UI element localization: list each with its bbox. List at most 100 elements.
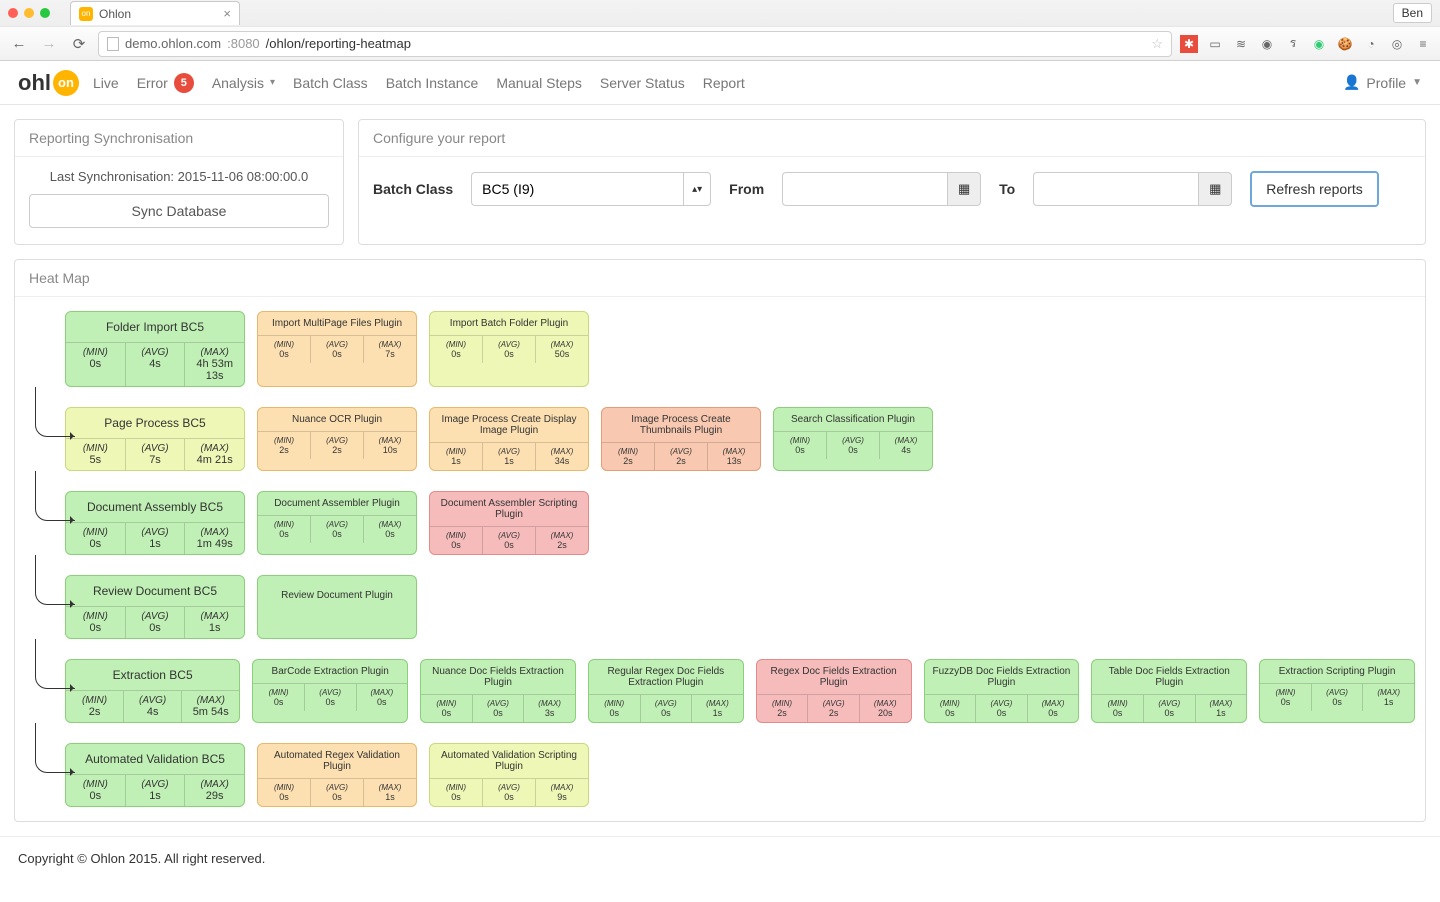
- profile-menu[interactable]: 👤 Profile ▼: [1343, 74, 1422, 91]
- min-stat: (MIN)0s: [430, 336, 483, 363]
- max-stat: (MAX)3s: [524, 695, 575, 722]
- plugin-card[interactable]: Automated Validation Scripting Plugin (M…: [429, 743, 589, 807]
- max-stat: (MAX)0s: [357, 684, 408, 711]
- plugin-card[interactable]: Import Batch Folder Plugin (MIN)0s (AVG)…: [429, 311, 589, 387]
- ext-icon[interactable]: ▭: [1206, 35, 1224, 53]
- ext-icon[interactable]: ◉: [1258, 35, 1276, 53]
- min-stat: (MIN)0s: [774, 432, 827, 459]
- ext-icon[interactable]: ◔: [1362, 35, 1380, 53]
- nav-item-batch-instance[interactable]: Batch Instance: [386, 75, 479, 91]
- plugin-card[interactable]: Automated Regex Validation Plugin (MIN)0…: [257, 743, 417, 807]
- plugin-card[interactable]: Search Classification Plugin (MIN)0s (AV…: [773, 407, 933, 471]
- stage-card[interactable]: Folder Import BC5 (MIN)0s (AVG)4s (MAX)4…: [65, 311, 245, 387]
- nav-item-analysis[interactable]: Analysis▾: [212, 75, 275, 91]
- plugin-card[interactable]: Table Doc Fields Extraction Plugin (MIN)…: [1091, 659, 1247, 723]
- sync-database-button[interactable]: Sync Database: [29, 194, 329, 228]
- plugin-title: Document Assembler Plugin: [258, 492, 416, 515]
- nav-item-batch-class[interactable]: Batch Class: [293, 75, 368, 91]
- nav-item-report[interactable]: Report: [703, 75, 745, 91]
- plugin-title: Automated Validation Scripting Plugin: [430, 744, 588, 778]
- max-stat: (MAX)1m 49s: [185, 523, 244, 554]
- calendar-icon[interactable]: ▦: [947, 172, 981, 206]
- forward-icon[interactable]: →: [38, 35, 60, 52]
- min-stat: (MIN)1s: [430, 443, 483, 470]
- url-port: :8080: [227, 36, 260, 51]
- plugin-card[interactable]: Nuance Doc Fields Extraction Plugin (MIN…: [420, 659, 576, 723]
- profile-label: Profile: [1366, 75, 1406, 91]
- plugin-card[interactable]: Regex Doc Fields Extraction Plugin (MIN)…: [756, 659, 912, 723]
- avg-stat: (AVG)0s: [483, 527, 536, 554]
- plugin-card[interactable]: Review Document Plugin: [257, 575, 417, 639]
- url-bar[interactable]: demo.ohlon.com:8080/ohlon/reporting-heat…: [98, 31, 1172, 57]
- browser-tab[interactable]: on Ohlon ×: [70, 1, 240, 25]
- avg-stat: (AVG)4s: [124, 691, 182, 722]
- extensions: ✱ ▭ ≋ ◉ ร ◉ 🍪 ◔ ◎ ≡: [1180, 35, 1432, 53]
- heatmap-row: Automated Validation BC5 (MIN)0s (AVG)1s…: [65, 743, 1415, 807]
- plugin-card[interactable]: Regular Regex Doc Fields Extraction Plug…: [588, 659, 744, 723]
- avg-stat: (AVG)1s: [126, 775, 186, 806]
- stage-card[interactable]: Extraction BC5 (MIN)2s (AVG)4s (MAX)5m 5…: [65, 659, 240, 723]
- ext-icon[interactable]: 🍪: [1336, 35, 1354, 53]
- minimize-window-icon[interactable]: [24, 8, 34, 18]
- plugin-card[interactable]: BarCode Extraction Plugin (MIN)0s (AVG)0…: [252, 659, 408, 723]
- max-stat: (MAX)7s: [364, 336, 416, 363]
- ext-icon[interactable]: ◉: [1310, 35, 1328, 53]
- ext-icon[interactable]: ✱: [1180, 35, 1198, 53]
- ext-icon[interactable]: ◎: [1388, 35, 1406, 53]
- logo[interactable]: ohl on: [18, 70, 79, 96]
- plugin-title: Nuance Doc Fields Extraction Plugin: [421, 660, 575, 694]
- from-input[interactable]: [782, 172, 947, 206]
- min-stat: (MIN)2s: [757, 695, 809, 722]
- max-stat: (MAX)5m 54s: [182, 691, 239, 722]
- plugin-card[interactable]: Image Process Create Display Image Plugi…: [429, 407, 589, 471]
- avg-stat: (AVG)4s: [126, 343, 186, 386]
- stage-card[interactable]: Page Process BC5 (MIN)5s (AVG)7s (MAX)4m…: [65, 407, 245, 471]
- heatmap-row: Page Process BC5 (MIN)5s (AVG)7s (MAX)4m…: [65, 407, 1415, 471]
- plugin-card[interactable]: Document Assembler Plugin (MIN)0s (AVG)0…: [257, 491, 417, 555]
- plugin-card[interactable]: Extraction Scripting Plugin (MIN)0s (AVG…: [1259, 659, 1415, 723]
- avg-stat: (AVG)0s: [641, 695, 693, 722]
- batch-class-select[interactable]: ▴▾: [471, 172, 711, 206]
- plugin-title: Search Classification Plugin: [774, 408, 932, 431]
- close-tab-icon[interactable]: ×: [223, 6, 231, 21]
- maximize-window-icon[interactable]: [40, 8, 50, 18]
- nav-item-server-status[interactable]: Server Status: [600, 75, 685, 91]
- select-toggle-icon[interactable]: ▴▾: [683, 172, 711, 206]
- max-stat: (MAX)1s: [1363, 684, 1414, 711]
- to-input[interactable]: [1033, 172, 1198, 206]
- ext-icon[interactable]: ≋: [1232, 35, 1250, 53]
- connector-icon: [35, 387, 75, 437]
- plugin-card[interactable]: Document Assembler Scripting Plugin (MIN…: [429, 491, 589, 555]
- back-icon[interactable]: ←: [8, 35, 30, 52]
- plugin-title: Automated Regex Validation Plugin: [258, 744, 416, 778]
- stage-card[interactable]: Document Assembly BC5 (MIN)0s (AVG)1s (M…: [65, 491, 245, 555]
- min-stat: (MIN)0s: [66, 343, 126, 386]
- calendar-icon[interactable]: ▦: [1198, 172, 1232, 206]
- ext-icon[interactable]: ร: [1284, 35, 1302, 53]
- batch-class-input[interactable]: [471, 172, 683, 206]
- max-stat: (MAX)1s: [185, 607, 244, 638]
- footer-text: Copyright © Ohlon 2015. All right reserv…: [0, 836, 1440, 880]
- max-stat: (MAX)13s: [708, 443, 760, 470]
- plugin-title: Import Batch Folder Plugin: [430, 312, 588, 335]
- close-window-icon[interactable]: [8, 8, 18, 18]
- star-icon[interactable]: ☆: [1151, 36, 1163, 52]
- menu-icon[interactable]: ≡: [1414, 35, 1432, 53]
- plugin-title: Image Process Create Thumbnails Plugin: [602, 408, 760, 442]
- to-date[interactable]: ▦: [1033, 172, 1232, 206]
- stage-card[interactable]: Automated Validation BC5 (MIN)0s (AVG)1s…: [65, 743, 245, 807]
- nav-item-live[interactable]: Live: [93, 75, 119, 91]
- reload-icon[interactable]: ⟳: [68, 35, 90, 53]
- refresh-reports-button[interactable]: Refresh reports: [1250, 171, 1378, 207]
- plugin-card[interactable]: Image Process Create Thumbnails Plugin (…: [601, 407, 761, 471]
- plugin-card[interactable]: FuzzyDB Doc Fields Extraction Plugin (MI…: [924, 659, 1080, 723]
- stage-card[interactable]: Review Document BC5 (MIN)0s (AVG)0s (MAX…: [65, 575, 245, 639]
- nav-item-error[interactable]: Error5: [137, 73, 194, 93]
- plugin-card[interactable]: Import MultiPage Files Plugin (MIN)0s (A…: [257, 311, 417, 387]
- plugin-card[interactable]: Nuance OCR Plugin (MIN)2s (AVG)2s (MAX)1…: [257, 407, 417, 471]
- nav-item-manual-steps[interactable]: Manual Steps: [496, 75, 582, 91]
- from-date[interactable]: ▦: [782, 172, 981, 206]
- chrome-profile-button[interactable]: Ben: [1393, 3, 1432, 23]
- min-stat: (MIN)0s: [66, 523, 126, 554]
- avg-stat: (AVG)0s: [473, 695, 525, 722]
